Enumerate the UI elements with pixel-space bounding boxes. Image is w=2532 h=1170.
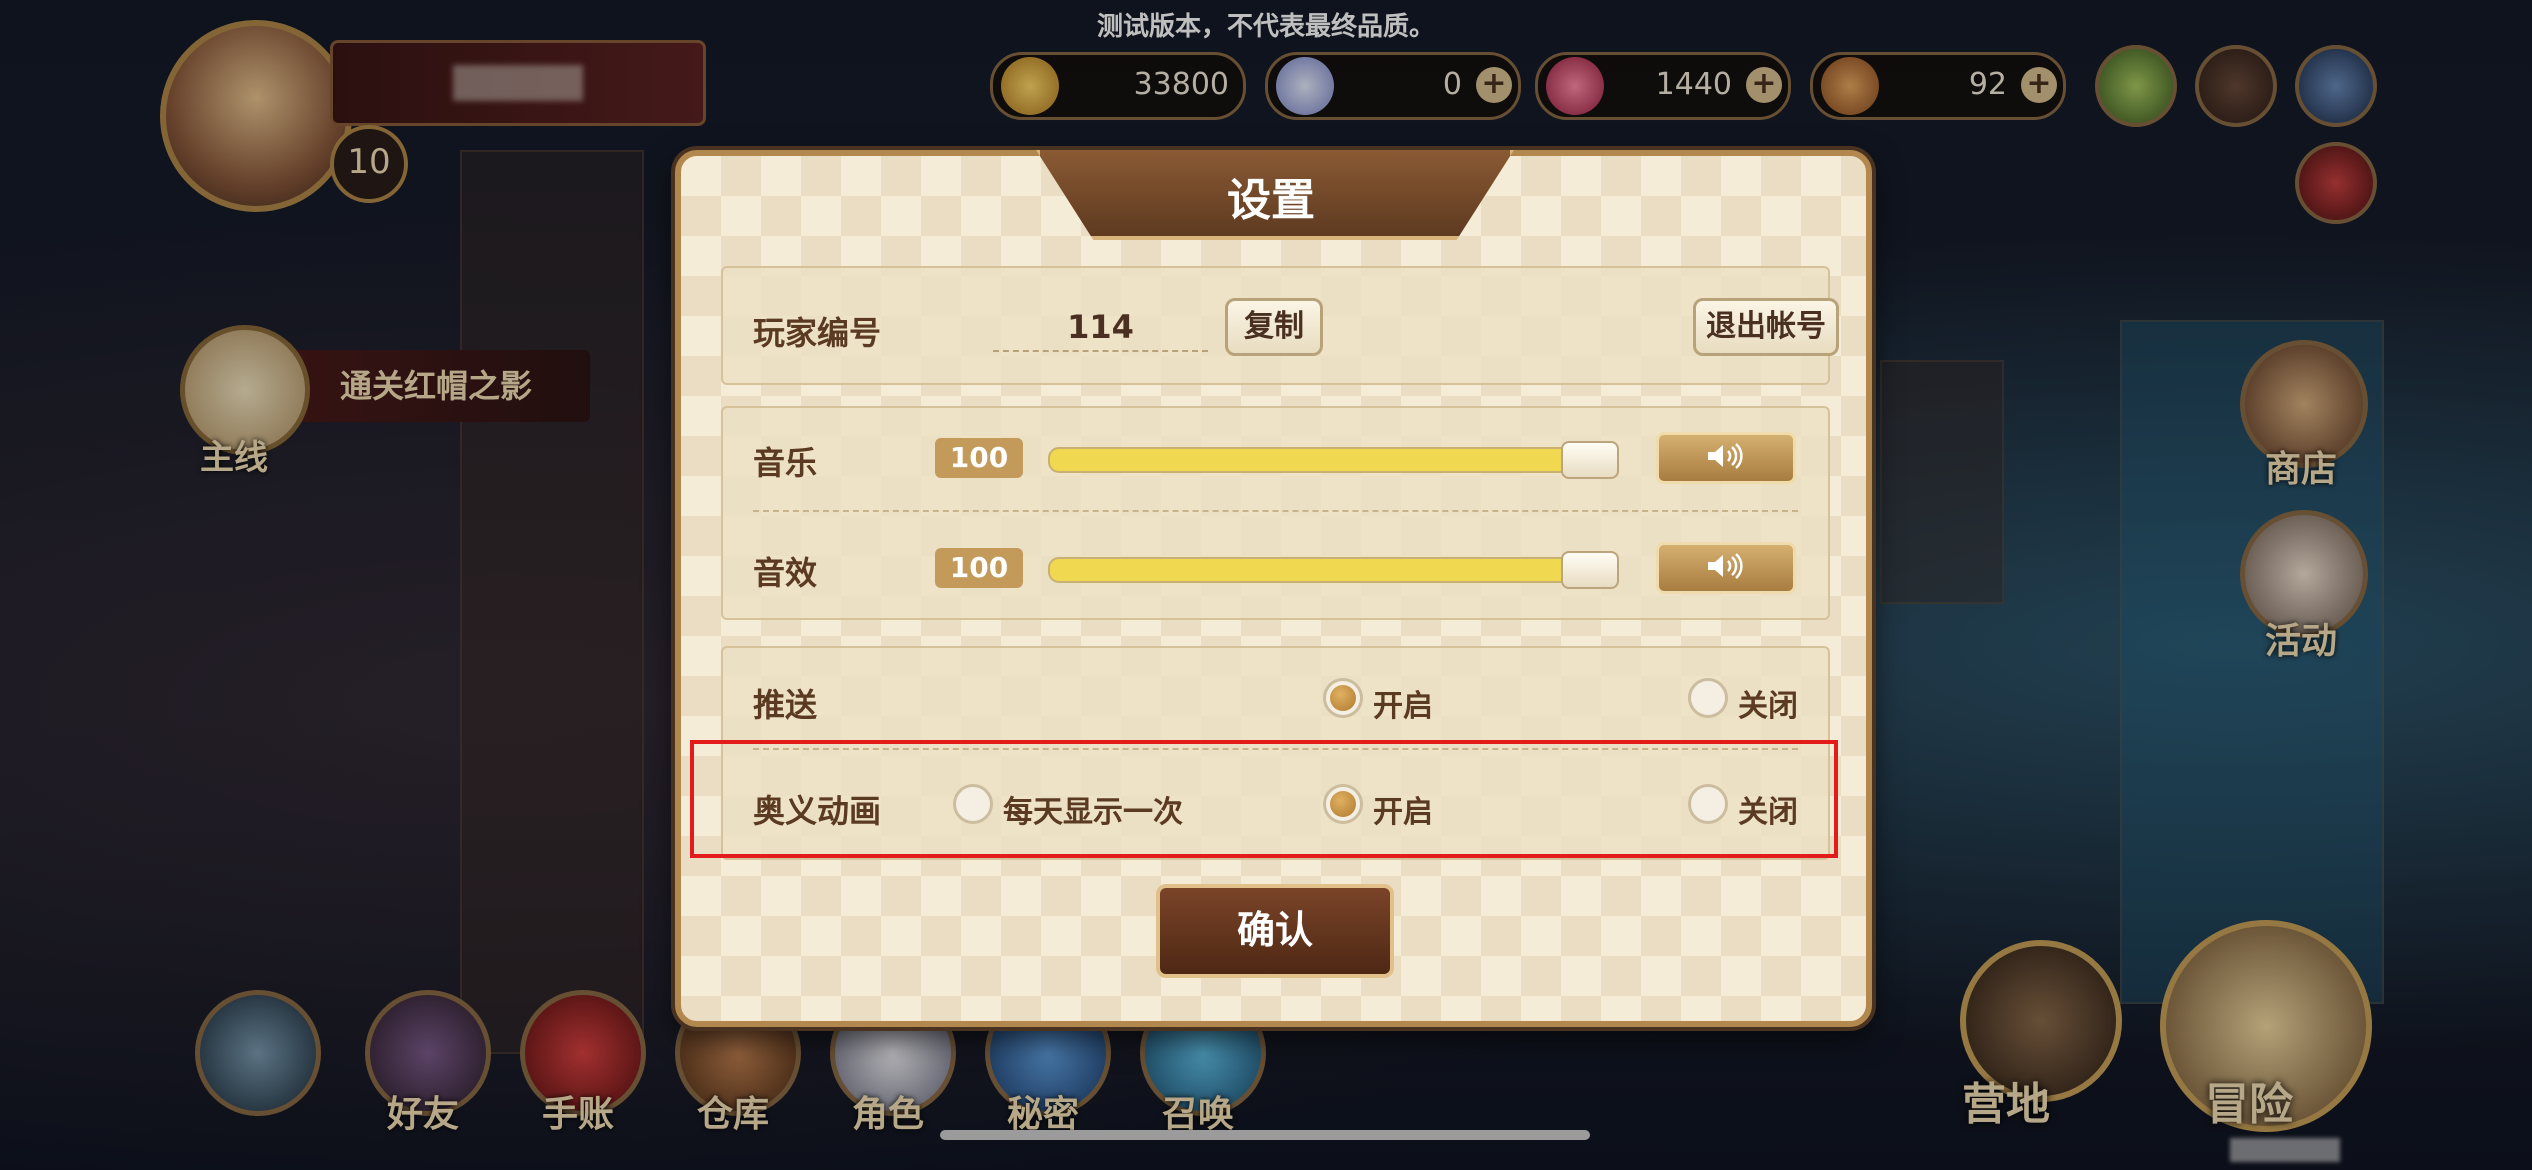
push-off-radio[interactable] — [1688, 678, 1728, 718]
sfx-slider-track[interactable] — [1048, 557, 1592, 583]
music-slider-handle[interactable] — [1561, 441, 1619, 479]
sfx-mute-button[interactable] — [1656, 542, 1796, 594]
dialog-title: 设置 — [1227, 175, 1315, 226]
player-id-value: 114 — [993, 308, 1208, 352]
music-volume-value: 100 — [935, 438, 1023, 478]
audio-panel: 音乐 100 音效 100 — [721, 406, 1830, 620]
logout-button[interactable]: 退出帐号 — [1693, 298, 1839, 356]
sfx-label: 音效 — [753, 554, 818, 592]
music-mute-button[interactable] — [1656, 432, 1796, 484]
music-slider-track[interactable] — [1048, 447, 1592, 473]
push-on-radio[interactable] — [1323, 678, 1363, 718]
push-label: 推送 — [753, 686, 818, 724]
push-off-label[interactable]: 关闭 — [1738, 681, 1798, 725]
speaker-icon — [1708, 443, 1743, 469]
copy-button[interactable]: 复制 — [1225, 298, 1323, 356]
divider — [753, 510, 1798, 512]
account-panel: 玩家编号 114 复制 退出帐号 — [721, 266, 1839, 385]
highlight-box — [690, 740, 1838, 858]
speaker-icon — [1708, 553, 1743, 579]
player-id-label: 玩家编号 — [753, 314, 882, 352]
confirm-button[interactable]: 确认 — [1156, 884, 1394, 978]
sfx-volume-value: 100 — [935, 548, 1023, 588]
push-on-label[interactable]: 开启 — [1373, 681, 1433, 725]
settings-dialog: 设置 玩家编号 114 复制 退出帐号 音乐 100 音效 100 推送 开启 … — [675, 150, 1872, 1027]
sfx-slider-handle[interactable] — [1561, 551, 1619, 589]
music-label: 音乐 — [753, 444, 818, 482]
